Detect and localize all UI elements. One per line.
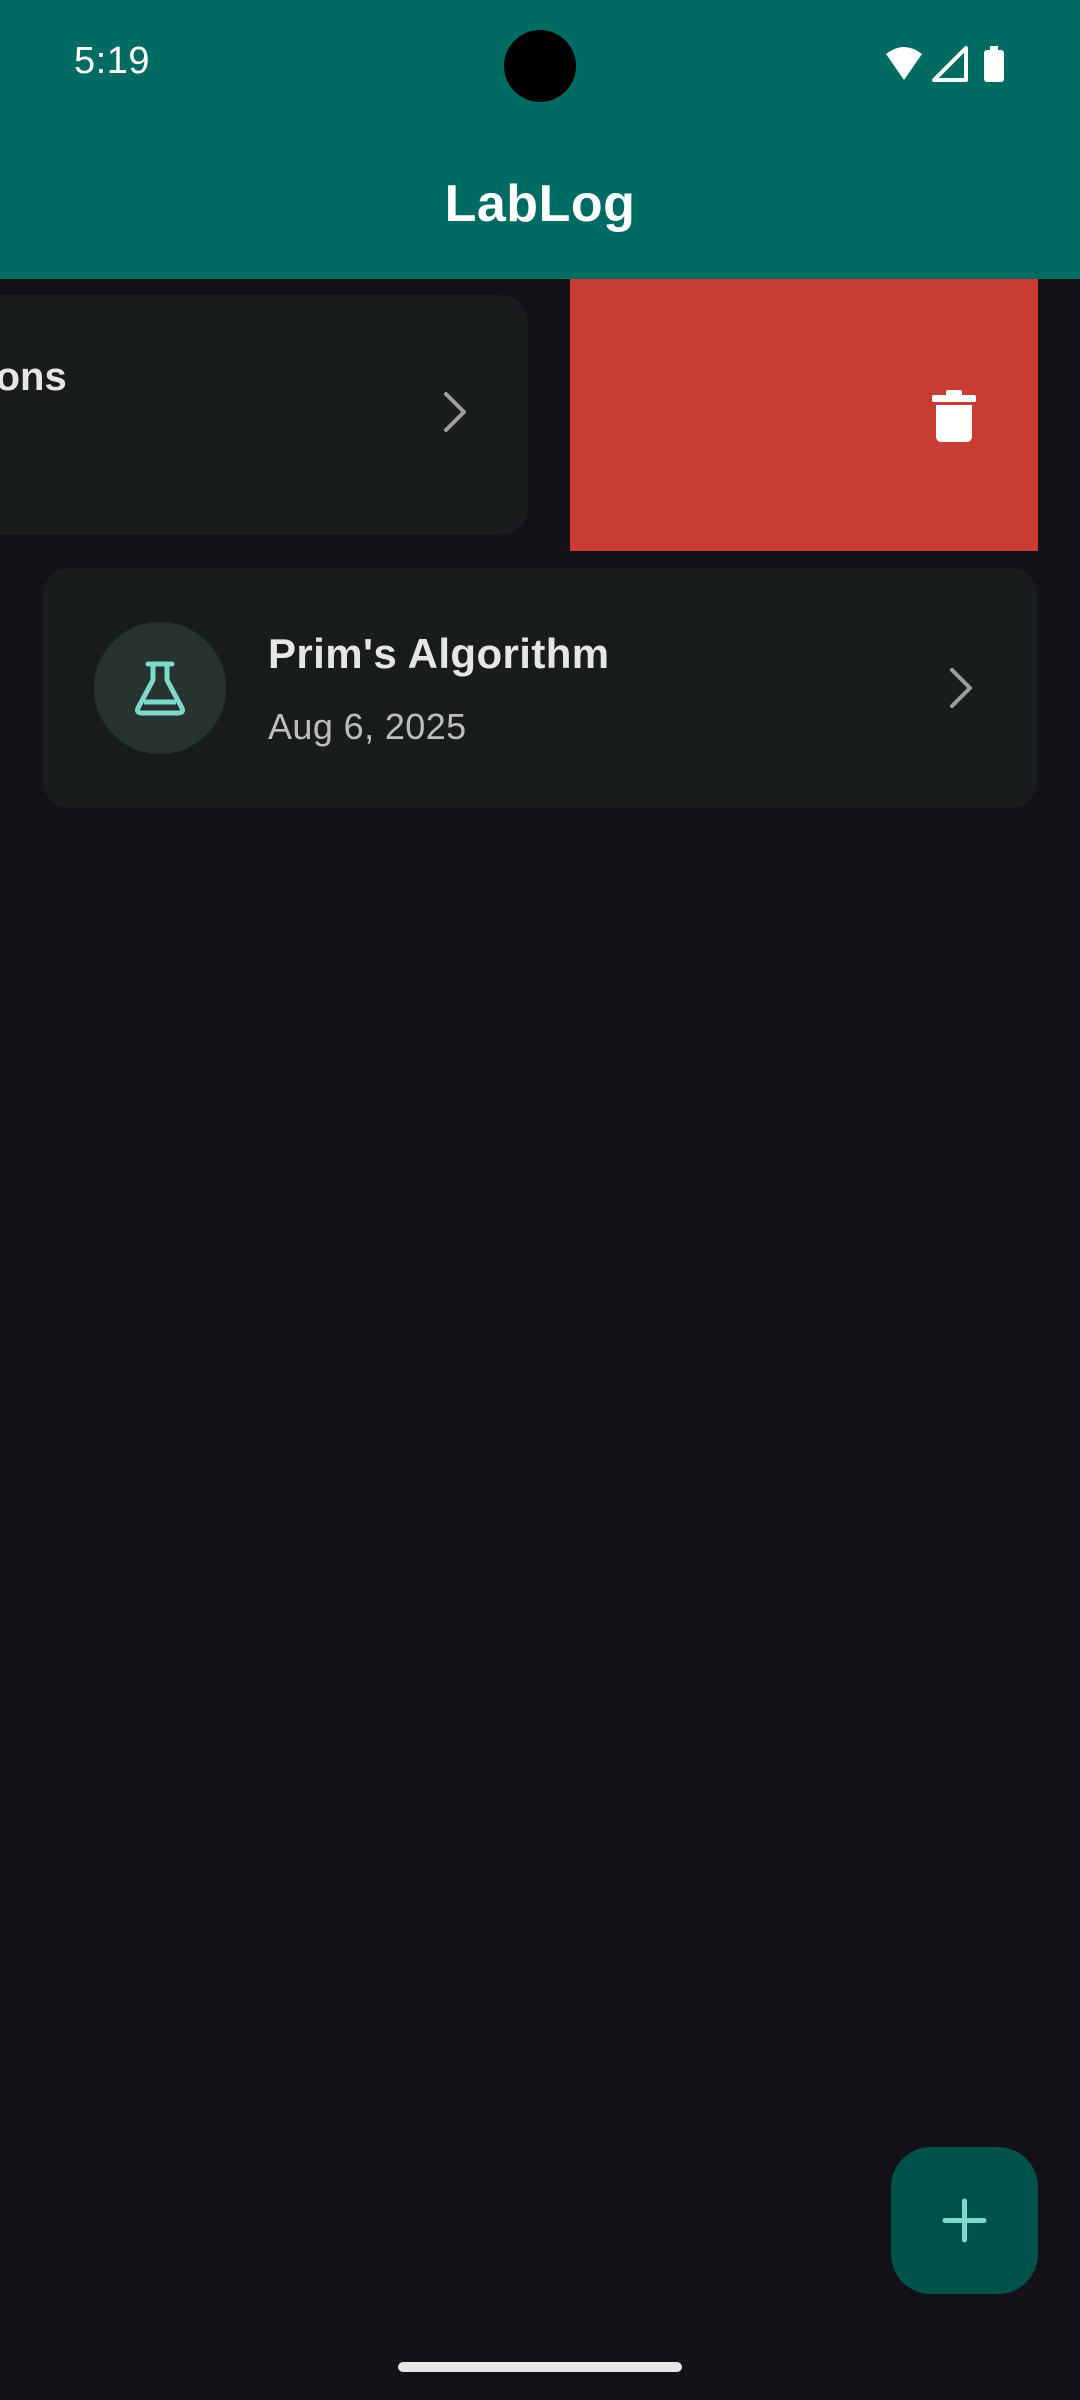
app-title: LabLog (444, 175, 636, 233)
status-time: 5:19 (74, 40, 150, 82)
plus-icon (942, 2198, 987, 2243)
chevron-right-icon (950, 668, 972, 708)
flask-icon (135, 661, 185, 716)
entry-card-swiped[interactable]: ssions (0, 295, 528, 535)
battery-icon (984, 46, 1004, 82)
avatar (94, 622, 226, 754)
wifi-icon (886, 47, 922, 80)
add-entry-button[interactable] (891, 2147, 1038, 2294)
entry-title: Prim's Algorithm (268, 630, 610, 677)
top-app-bar: 5:19 LabLog (0, 0, 1080, 279)
camera-cutout (504, 30, 576, 102)
signal-icon (932, 46, 968, 82)
chevron-right-icon (444, 392, 466, 432)
swipe-delete-action[interactable] (570, 279, 1038, 551)
trash-icon (932, 390, 976, 442)
entry-card[interactable]: Prim's Algorithm Aug 6, 2025 (42, 568, 1038, 808)
entry-title: ssions (0, 355, 67, 399)
screen: 5:19 LabLog ons Prim's Algorithm Aug 6, … (0, 0, 1080, 2400)
home-indicator[interactable] (398, 2362, 682, 2372)
entry-date: Aug 6, 2025 (268, 706, 467, 747)
status-icons (882, 44, 1012, 84)
